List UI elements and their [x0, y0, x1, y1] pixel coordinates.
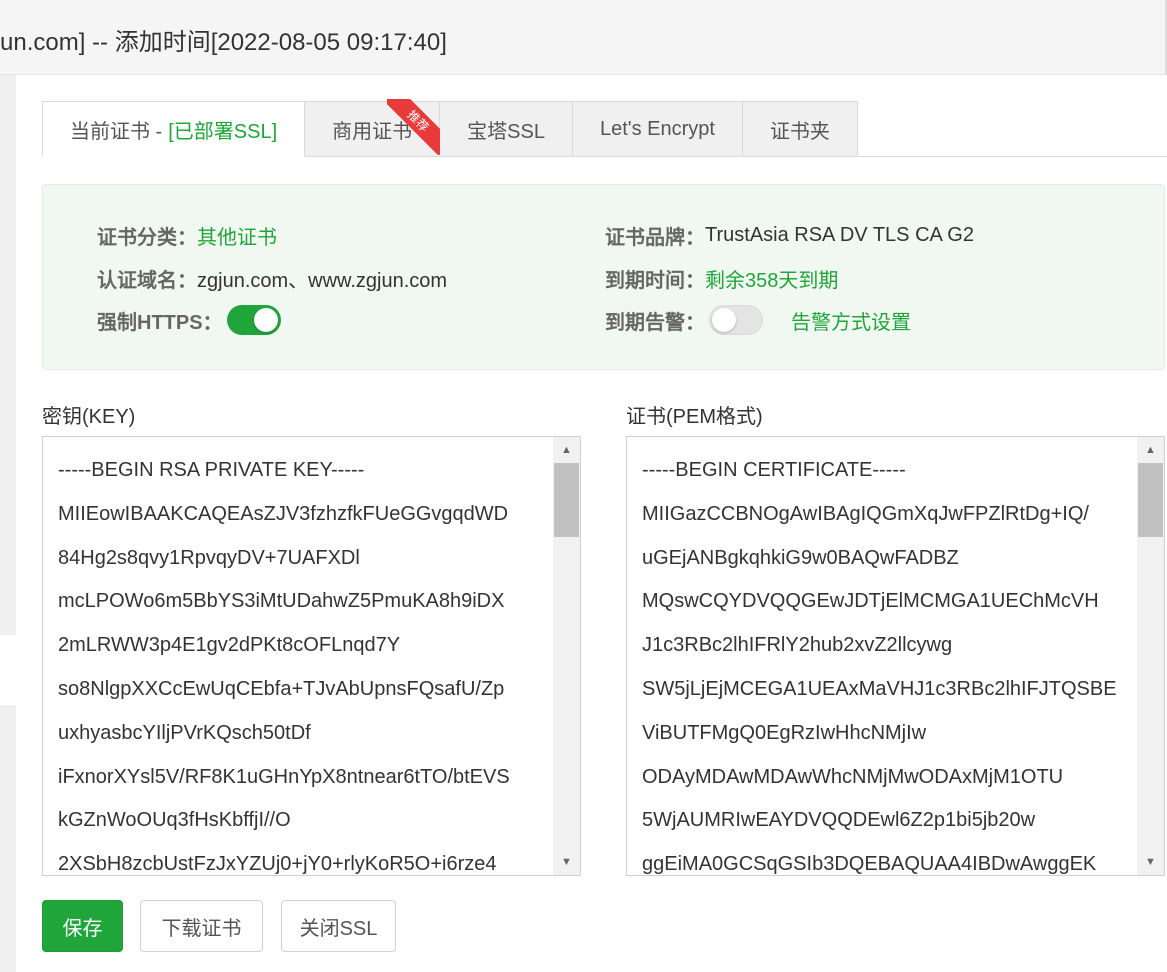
key-scrollbar[interactable]: ▲ ▼ — [553, 437, 580, 875]
certificate-textarea[interactable]: -----BEGIN CERTIFICATE----- MIIGazCCBNOg… — [626, 436, 1165, 876]
save-button[interactable]: 保存 — [42, 900, 123, 952]
force-https-row: 强制HTTPS： — [97, 305, 281, 335]
force-https-toggle-knob — [253, 308, 278, 332]
key-line: kGZnWoOUq3fHsKbffjI//O — [58, 809, 291, 832]
key-line: so8NlgpXXCcEwUqCEbfa+TJvAbUpnsFQsafU/Zp — [58, 677, 505, 700]
expire-alarm-toggle[interactable] — [709, 305, 763, 335]
cert-line: -----BEGIN CERTIFICATE----- — [642, 459, 906, 481]
cert-domains-value: zgjun.com、www.zgjun.com — [197, 270, 448, 292]
key-line: iFxnorXYsl5V/RF8K1uGHnYpX8ntnear6tTO/btE… — [58, 765, 510, 788]
key-line: MIIEowIBAAKCAQEAsZJV3fzhzfkFUeGGvgqdWD — [58, 502, 509, 525]
cert-brand-value: TrustAsia RSA DV TLS CA G2 — [705, 224, 974, 246]
expire-alarm-row: 到期告警： 告警方式设置 — [605, 305, 911, 335]
cert-line: ggEiMA0GCSqGSIb3DQEBAQUAA4IBDwAwggEK — [642, 853, 1097, 876]
key-line: 2XSbH8zcbUstFzJxYZUj0+jY0+rlyKoR5O+i6rze… — [58, 853, 497, 876]
left-sidebar-strip — [0, 75, 16, 972]
alarm-settings-link[interactable]: 告警方式设置 — [791, 306, 911, 335]
cert-expire-label: 到期时间： — [605, 270, 705, 292]
force-https-toggle[interactable] — [226, 305, 281, 335]
key-scroll-thumb[interactable] — [554, 463, 579, 537]
scroll-up-icon[interactable]: ▲ — [1137, 437, 1164, 463]
key-line: 84Hg2s8qvy1RpvqyDV+7UAFXDl — [58, 546, 360, 569]
scroll-down-icon[interactable]: ▼ — [1137, 849, 1164, 875]
tab-cert-folder-label: 证书夹 — [769, 120, 830, 143]
cert-field-label: 证书(PEM格式) — [626, 406, 763, 428]
private-key-textarea[interactable]: -----BEGIN RSA PRIVATE KEY----- MIIEowIB… — [42, 436, 581, 876]
cert-line: ODAyMDAwMDAwWhcNMjMwODAxMjM1OTU — [642, 765, 1064, 788]
cert-scroll-thumb[interactable] — [1138, 463, 1163, 537]
tab-current-cert[interactable]: 当前证书 - [已部署SSL] — [42, 101, 306, 157]
cert-domains-label: 认证域名： — [97, 270, 197, 292]
key-field-label: 密钥(KEY) — [42, 406, 136, 428]
dialog-title: un.com] -- 添加时间[2022-08-05 09:17:40] — [0, 29, 447, 56]
tab-bt-ssl[interactable]: 宝塔SSL — [440, 101, 573, 157]
tab-current-cert-status: [已部署SSL] — [168, 120, 278, 143]
cert-category-row: 证书分类： 其他证书 — [97, 221, 277, 250]
cert-line: ViBUTFMgQ0EgRzIwHhcNMjIw — [642, 721, 927, 744]
recommend-ribbon: 推荐 — [387, 99, 444, 155]
cert-domains-row: 认证域名： zgjun.com、www.zgjun.com — [97, 264, 447, 293]
key-line: uxhyasbcYIljPVrKQsch50tDf — [58, 721, 311, 744]
tab-commercial-cert[interactable]: 商用证书 推荐 — [305, 99, 444, 157]
download-cert-button[interactable]: 下载证书 — [140, 900, 263, 952]
tab-cert-folder[interactable]: 证书夹 — [742, 101, 858, 157]
certificate-content: -----BEGIN CERTIFICATE----- MIIGazCCBNOg… — [642, 449, 1117, 876]
cert-line: uGEjANBgkqhkiG9w0BAQwFADBZ — [642, 546, 959, 569]
key-line: mcLPOWo6m5BbYS3iMtUDahwZ5PmuKA8h9iDX — [58, 590, 505, 613]
recommend-badge: 推荐 — [387, 99, 444, 155]
tab-lets-encrypt[interactable]: Let's Encrypt — [572, 101, 743, 157]
cert-info-panel: 证书分类： 其他证书 证书品牌： TrustAsia RSA DV TLS CA… — [42, 184, 1165, 370]
cert-category-value: 其他证书 — [197, 227, 277, 249]
tab-lets-encrypt-label: Let's Encrypt — [599, 117, 715, 140]
key-line: -----BEGIN RSA PRIVATE KEY----- — [58, 459, 365, 481]
cert-line: MIIGazCCBNOgAwIBAgIQGmXqJwFPZlRtDg+IQ/ — [642, 502, 1089, 525]
close-ssl-button[interactable]: 关闭SSL — [281, 900, 396, 952]
ssl-tabs: 当前证书 - [已部署SSL] 商用证书 推荐 宝塔SSL Let's Encr… — [42, 99, 858, 157]
tab-bt-ssl-label: 宝塔SSL — [467, 120, 545, 143]
expire-alarm-toggle-knob — [712, 308, 736, 332]
cert-scrollbar[interactable]: ▲ ▼ — [1137, 437, 1164, 875]
cert-brand-row: 证书品牌： TrustAsia RSA DV TLS CA G2 — [605, 221, 974, 250]
cert-expire-row: 到期时间： 剩余358天到期 — [605, 264, 838, 293]
cert-line: J1c3RBc2lhIFRlY2hub2xvZ2llcywg — [642, 634, 953, 657]
scroll-up-icon[interactable]: ▲ — [553, 437, 580, 463]
tab-current-cert-label: 当前证书 - — [70, 120, 163, 143]
cert-expire-value: 剩余358天到期 — [705, 270, 839, 292]
cert-line: 5WjAUMRIwEAYDVQQDEwl6Z2p1bi5jb20w — [642, 809, 1036, 832]
private-key-content: -----BEGIN RSA PRIVATE KEY----- MIIEowIB… — [58, 449, 510, 876]
cert-brand-label: 证书品牌： — [605, 227, 705, 249]
left-strip-gap — [0, 635, 16, 705]
cert-category-label: 证书分类： — [97, 227, 197, 249]
force-https-label: 强制HTTPS： — [97, 311, 223, 334]
cert-line: MQswCQYDVQQGEwJDTjElMCMGA1UEChMcVH — [642, 590, 1099, 613]
scroll-down-icon[interactable]: ▼ — [553, 849, 580, 875]
expire-alarm-label: 到期告警： — [605, 311, 705, 334]
key-line: 2mLRWW3p4E1gv2dPKt8cOFLnqd7Y — [58, 634, 401, 657]
dialog-titlebar: un.com] -- 添加时间[2022-08-05 09:17:40] — [0, 0, 1167, 75]
cert-line: SW5jLjEjMCEGA1UEAxMaVHJ1c3RBc2lhIFJTQSBE — [642, 677, 1117, 700]
